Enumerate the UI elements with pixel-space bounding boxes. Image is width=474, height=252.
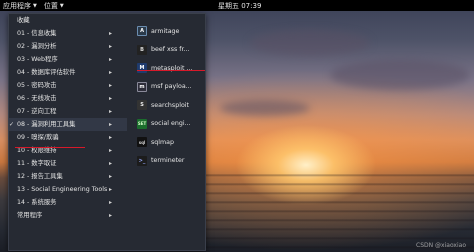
menu-category-label: 09 - 嗅探/欺骗 — [17, 134, 59, 141]
top-panel: 应用程序 ▼ 位置 ▼ 星期五 07:39 — [0, 0, 474, 11]
searchsploit-icon: S — [137, 100, 147, 111]
metasploit-underline — [137, 70, 205, 71]
menu-category-item[interactable]: 04 - 数据库评估软件 ▸ — [9, 66, 127, 79]
chevron-right-icon: ▸ — [109, 108, 113, 115]
menu-category-item[interactable]: 10 - 权限维持 ▸ — [9, 144, 127, 157]
termineter-icon: >_ — [137, 155, 147, 166]
category-list: 收藏 01 - 信息收集 ▸ 02 - 漏洞分析 ▸ 03 - Web程序 ▸ 04 - 数据… — [9, 14, 127, 222]
chevron-right-icon: ▸ — [109, 212, 113, 219]
app-menu-label: searchsploit — [151, 101, 190, 109]
menu-category-item[interactable]: 06 - 无线攻击 ▸ — [9, 92, 127, 105]
menu-category-item[interactable]: 03 - Web程序 ▸ — [9, 53, 127, 66]
app-menu-item[interactable]: sql sqlmap — [137, 133, 203, 152]
menu-category-label: 10 - 权限维持 — [17, 147, 57, 154]
chevron-right-icon: ▸ — [109, 121, 113, 128]
sqlmap-icon: sql — [137, 137, 147, 148]
app-menu-label: termineter — [151, 157, 185, 165]
set-icon: SET — [137, 118, 147, 129]
app-menu-label: social engi... — [151, 120, 191, 128]
app-menu-label: beef xss fr... — [151, 46, 190, 54]
menu-category-item[interactable]: 02 - 漏洞分析 ▸ — [9, 40, 127, 53]
menu-category-label: 12 - 报告工具集 — [17, 173, 63, 180]
chevron-right-icon: ▸ — [109, 82, 113, 89]
menu-category-label: 04 - 数据库评估软件 — [17, 69, 76, 76]
application-list: Aarmitage Bbeef xss fr... Mmetasploit ... m… — [137, 22, 203, 170]
menu-category-label: 13 - Social Engineering Tools — [17, 186, 108, 193]
menu-category-item[interactable]: ✓ 08 - 漏洞利用工具集 ▸ — [9, 118, 127, 131]
chevron-right-icon: ▸ — [109, 30, 113, 37]
menu-category-item[interactable]: 07 - 逆向工程 ▸ — [9, 105, 127, 118]
chevron-right-icon: ▸ — [109, 160, 113, 167]
clock[interactable]: 星期五 07:39 — [218, 1, 261, 11]
applications-menu: 收藏 01 - 信息收集 ▸ 02 - 漏洞分析 ▸ 03 - Web程序 ▸ 04 - 数据… — [8, 13, 206, 251]
menu-category-item[interactable]: 11 - 数字取证 ▸ — [9, 157, 127, 170]
menu-category-item[interactable]: 12 - 报告工具集 ▸ — [9, 170, 127, 183]
wallpaper-cloud — [330, 60, 470, 90]
armitage-icon: A — [137, 26, 147, 37]
menu-category-item[interactable]: 常用程序 ▸ — [9, 209, 127, 222]
chevron-right-icon: ▸ — [109, 95, 113, 102]
chevron-right-icon: ▸ — [109, 147, 113, 154]
app-menu-item[interactable]: Ssearchsploit — [137, 96, 203, 115]
chevron-down-icon: ▼ — [59, 2, 64, 9]
checkmark-icon: ✓ — [9, 121, 15, 128]
menu-category-item[interactable]: 05 - 密码攻击 ▸ — [9, 79, 127, 92]
menu-category-item[interactable]: 09 - 嗅探/欺骗 ▸ — [9, 131, 127, 144]
app-menu-item[interactable]: m msf payloa... — [137, 78, 203, 97]
wallpaper-cloud — [220, 100, 310, 116]
app-menu-label: armitage — [151, 27, 180, 35]
app-menu-label: sqlmap — [151, 138, 175, 146]
menu-category-item[interactable]: 13 - Social Engineering Tools ▸ — [9, 183, 127, 196]
chevron-right-icon: ▸ — [109, 134, 113, 141]
menu-category-label: 03 - Web程序 — [17, 56, 58, 63]
menu-category-label: 05 - 密码攻击 — [17, 82, 57, 89]
app-menu-item[interactable]: >_ termineter — [137, 152, 203, 171]
chevron-right-icon: ▸ — [109, 173, 113, 180]
beef-icon: B — [137, 44, 147, 55]
menu-category-label: 01 - 信息收集 — [17, 30, 57, 37]
menu-category-label: 06 - 无线攻击 — [17, 95, 57, 102]
msf-payload-icon: m — [137, 81, 147, 92]
places-menu-button[interactable]: 位置 ▼ — [41, 1, 68, 11]
menu-category-label: 收藏 — [17, 17, 30, 24]
menu-category-label: 11 - 数字取证 — [17, 160, 57, 167]
chevron-right-icon: ▸ — [109, 43, 113, 50]
app-menu-item[interactable]: Bbeef xss fr... — [137, 41, 203, 60]
menu-category-label: 常用程序 — [17, 212, 43, 219]
menu-category-label: 07 - 逆向工程 — [17, 108, 57, 115]
chevron-down-icon: ▼ — [33, 2, 37, 9]
chevron-right-icon: ▸ — [109, 69, 113, 76]
menu-category-item[interactable]: 01 - 信息收集 ▸ — [9, 27, 127, 40]
chevron-right-icon: ▸ — [109, 56, 113, 63]
places-menu-label: 位置 — [43, 1, 58, 10]
menu-category-label: 02 - 漏洞分析 — [17, 43, 57, 50]
applications-menu-label: 应用程序 — [3, 1, 31, 10]
selected-category-underline — [15, 147, 85, 148]
menu-category-label: 08 - 漏洞利用工具集 — [17, 121, 76, 128]
app-menu-item[interactable]: SET social engi... — [137, 115, 203, 134]
chevron-right-icon: ▸ — [109, 199, 113, 206]
chevron-right-icon: ▸ — [109, 186, 113, 193]
wallpaper-cloud — [250, 30, 370, 56]
menu-category-item[interactable]: 14 - 系统服务 ▸ — [9, 196, 127, 209]
wallpaper-sea — [190, 168, 474, 252]
menu-category-item[interactable]: 收藏 — [9, 14, 127, 27]
app-menu-label: msf payloa... — [151, 83, 192, 91]
app-menu-item[interactable]: Aarmitage — [137, 22, 203, 41]
metasploit-icon: M — [137, 63, 147, 74]
app-menu-item[interactable]: Mmetasploit ... — [137, 59, 203, 78]
applications-menu-button[interactable]: 应用程序 ▼ — [0, 1, 41, 11]
menu-category-label: 14 - 系统服务 — [17, 199, 57, 206]
watermark: CSDN @xiaoxiao — [416, 242, 466, 249]
